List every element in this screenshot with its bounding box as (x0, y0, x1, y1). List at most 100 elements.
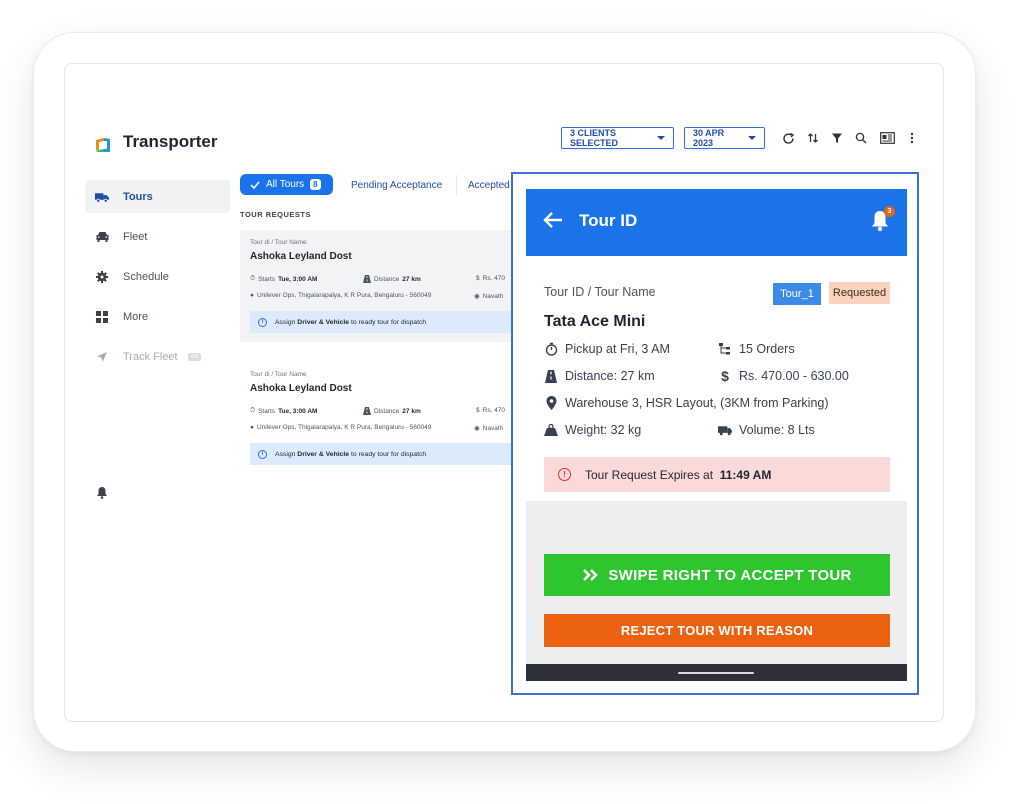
refresh-icon[interactable] (780, 129, 796, 147)
sidebar-item-label: Fleet (123, 230, 148, 243)
gear-icon (95, 270, 109, 284)
dollar-icon: $ (476, 275, 480, 282)
tour-id-label: Tour ID / Tour Name (544, 285, 656, 299)
sidebar-item-schedule[interactable]: Schedule (85, 260, 230, 293)
orders-info: 15 Orders (718, 342, 795, 356)
assign-text: Assign Driver & Vehicle to ready tour fo… (275, 319, 426, 326)
tour-distance: Distance 27 km (363, 407, 421, 415)
road-icon (363, 407, 371, 415)
app-title: Transporter (123, 132, 218, 151)
info-icon: i (258, 317, 267, 327)
assign-banner[interactable]: i Assign Driver & Vehicle to ready tour … (250, 311, 520, 333)
tour-price: $ Rs. 470 (476, 407, 505, 414)
reject-tour-button[interactable]: REJECT TOUR WITH REASON (544, 614, 890, 647)
expiry-banner: ! Tour Request Expires at 11:49 AM (544, 457, 890, 492)
assign-prefix: Assign (275, 450, 296, 458)
assign-banner[interactable]: i Assign Driver & Vehicle to ready tour … (250, 443, 520, 465)
volume-info: Volume: 8 Lts (718, 423, 815, 437)
stopwatch-icon: ⏱ (250, 275, 256, 282)
tour-card-title: Ashoka Leyland Dost (250, 383, 352, 394)
transporter-logo-icon (96, 138, 110, 152)
date-select[interactable]: 30 APR 2023 (684, 127, 765, 149)
search-icon[interactable] (853, 129, 869, 147)
alert-icon: ! (558, 468, 571, 481)
panel-title: Tour ID (579, 211, 638, 230)
back-arrow-icon[interactable] (542, 209, 564, 231)
tour-start-label: Starts (258, 275, 276, 283)
location-pin-icon (544, 396, 558, 410)
more-vertical-icon[interactable] (904, 129, 920, 147)
home-indicator[interactable] (678, 672, 754, 674)
tab-pending-acceptance[interactable]: Pending Acceptance (351, 175, 442, 195)
dollar-icon: $ (476, 407, 480, 414)
road-icon (544, 369, 558, 383)
tour-card[interactable]: Tour di / Tour Name Ashoka Leyland Dost … (240, 230, 520, 342)
weight-info: Weight: 32 kg (544, 423, 641, 437)
assign-prefix: Assign (275, 318, 296, 326)
status-badge: Requested (829, 282, 890, 304)
tab-label: Accepted (468, 179, 510, 191)
stopwatch-icon (544, 342, 558, 356)
date-select-label: 30 APR 2023 (693, 128, 725, 148)
tour-price-value: Rs. 470 (482, 407, 506, 414)
pin-slash-icon: ◉ (474, 425, 480, 432)
tour-card-subtitle: Tour di / Tour Name (250, 371, 307, 378)
grid-icon (95, 310, 109, 324)
tour-location-secondary: ◉ Navath (474, 424, 503, 433)
tour-location-value: Unilever Ops, Thigalarapalya, K R Pura, … (256, 292, 432, 299)
truck-icon (95, 190, 109, 204)
tour-location-value: Unilever Ops, Thigalarapalya, K R Pura, … (256, 424, 432, 431)
filter-icon[interactable] (829, 129, 845, 147)
notification-count-badge: 3 (884, 206, 895, 217)
stopwatch-icon: ⏱ (250, 407, 256, 414)
tour-distance-value: 27 km (402, 407, 421, 415)
sidebar-item-label: More (123, 310, 149, 323)
pickup-value: Pickup at Fri, 3 AM (565, 342, 670, 356)
system-nav-bar (526, 664, 907, 681)
hierarchy-icon (718, 342, 732, 356)
reject-label: REJECT TOUR WITH REASON (620, 623, 814, 638)
sort-icon[interactable] (805, 129, 821, 147)
barcode-scanner-icon[interactable] (879, 129, 895, 147)
car-icon (95, 230, 109, 244)
tour-start: ⏱ Starts Tue, 3:00 AM (250, 275, 317, 283)
tab-label: All Tours (266, 179, 305, 190)
location-pin-icon: ● (250, 424, 254, 431)
expiry-time: 11:49 AM (719, 467, 772, 482)
assign-text: Assign Driver & Vehicle to ready tour fo… (275, 451, 426, 458)
tour-start-label: Starts (258, 407, 276, 415)
swipe-accept-button[interactable]: SWIPE RIGHT TO ACCEPT TOUR (544, 554, 890, 596)
pin-slash-icon: ◉ (474, 293, 480, 300)
tour-price-value: Rs. 470 (482, 275, 506, 282)
info-icon: i (258, 449, 267, 459)
location-pin-icon: ● (250, 292, 254, 299)
tour-location-secondary: ◉ Navath (474, 292, 504, 301)
road-icon (363, 275, 371, 283)
tour-distance: Distance 27 km (363, 275, 421, 283)
distance-info: Distance: 27 km (544, 369, 655, 383)
tour-detail-panel: Tour ID 3 Tour ID / Tour Name Tour_1 Req… (511, 172, 919, 695)
clients-select[interactable]: 3 CLIENTS SELECTED (561, 127, 674, 149)
tour-price: $ Rs. 470 (476, 275, 505, 282)
tour-id-badge: Tour_1 (773, 283, 821, 305)
clients-select-label: 3 CLIENTS SELECTED (570, 128, 619, 148)
sidebar-item-tours[interactable]: Tours (85, 180, 230, 213)
sidebar-item-more[interactable]: More (85, 300, 230, 333)
tour-distance-value: 27 km (402, 275, 421, 283)
tab-label: Pending Acceptance (351, 179, 443, 191)
tour-card[interactable]: Tour di / Tour Name Ashoka Leyland Dost … (240, 362, 520, 474)
tab-all-tours[interactable]: All Tours 8 (240, 174, 333, 195)
sidebar-item-label: Schedule (123, 270, 169, 283)
tour-location: ● Unilever Ops, Thigalarapalya, K R Pura… (250, 424, 431, 431)
tour-start-value: Tue, 3:00 AM (278, 275, 318, 283)
sidebar-item-track-fleet[interactable]: Track Fleet Ad (85, 340, 230, 373)
notifications-bell-icon[interactable] (96, 486, 108, 504)
tour-location: ● Unilever Ops, Thigalarapalya, K R Pura… (250, 292, 431, 299)
assign-suffix: to ready tour for dispatch (350, 450, 427, 458)
tour-location2-value: Navath (482, 292, 504, 300)
assign-suffix: to ready tour for dispatch (350, 318, 427, 326)
tour-distance-label: Distance (374, 407, 400, 415)
tab-accepted[interactable]: Accepted (468, 175, 510, 195)
orders-value: 15 Orders (739, 342, 795, 356)
sidebar-item-fleet[interactable]: Fleet (85, 220, 230, 253)
